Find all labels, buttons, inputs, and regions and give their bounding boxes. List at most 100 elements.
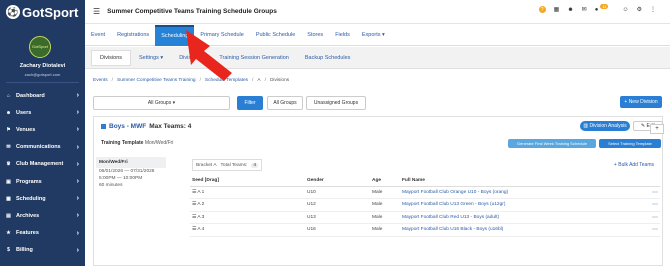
gender-cell: U12 [305, 198, 370, 212]
bracket-tab[interactable]: Bracket A Total Teams: 4 [192, 159, 262, 171]
crumb-sep: / [111, 78, 114, 83]
chevron-right-icon: › [76, 92, 79, 100]
seed-cell[interactable]: ☰ A 1 [190, 186, 305, 199]
all-groups-button[interactable]: All Groups [267, 96, 303, 110]
schedule-summary: Mon/Wed/Fri 06/01/2026 — 07/31/2026 5:00… [96, 157, 166, 191]
sidebar-item-scheduling[interactable]: ▦ Scheduling › [0, 190, 85, 207]
tab-public-schedule[interactable]: Public Schedule [250, 25, 301, 46]
seed-cell[interactable]: ☰ A 4 [190, 223, 305, 237]
sidebar-item-archives[interactable]: ▤ Archives › [0, 207, 85, 224]
more-icon[interactable]: ⋮ [650, 6, 656, 13]
table-row[interactable]: ☰ A 2 U12 Male Mayport Football Club U13… [190, 198, 660, 212]
sub-tabs: Divisions Settings ▾ Division A Training Se… [85, 47, 670, 69]
bulk-add-teams-link[interactable]: + Bulk Add Teams [614, 162, 654, 168]
tab-scheduling[interactable]: Scheduling [155, 24, 195, 46]
training-template: Training Template Mon/Wed/Fri [101, 140, 173, 146]
menu-icon[interactable]: ☰ [93, 7, 100, 16]
bell-icon[interactable]: ● [595, 7, 599, 13]
top-bar: ☰ Summer Competitive Teams Training Sche… [85, 0, 670, 24]
filter-button[interactable]: Filter [237, 96, 263, 110]
tab-fields[interactable]: Fields [329, 25, 356, 46]
age-cell: Male [370, 198, 400, 212]
expand-button[interactable]: + [650, 124, 664, 134]
star-icon: ★ [6, 230, 11, 237]
subtab-division-a[interactable]: Division A [171, 51, 211, 65]
col-gender: Gender [305, 176, 370, 187]
division-name-link[interactable]: Boys - MWF [109, 123, 146, 130]
col-actions [646, 176, 660, 187]
subtab-training-session-generation[interactable]: Training Session Generation [211, 51, 297, 65]
sidebar-nav: ⌂ Dashboard › ☻ Users › ⚑ Venues › ✉ Communication… [0, 87, 85, 259]
team-name-link[interactable]: Mayport Football Club U13 Green - Boys (… [400, 198, 646, 212]
tab-stores[interactable]: Stores [301, 25, 329, 46]
team-name-link[interactable]: Mayport Football Club Orange U10 - Boys … [400, 186, 646, 199]
schedule-duration: 60 minutes [99, 183, 123, 188]
avatar[interactable]: GotSport [29, 36, 51, 58]
notification-badge: 11 [600, 4, 609, 9]
sidebar-item-dashboard[interactable]: ⌂ Dashboard › [0, 87, 85, 104]
crumb-event-name[interactable]: Summer Competitive Teams Training [117, 78, 196, 83]
logo-ball-icon: ⚽ [6, 5, 20, 19]
gender-cell: U10 [305, 186, 370, 199]
chevron-right-icon: › [76, 212, 79, 220]
row-menu-icon[interactable]: ⋯ [646, 198, 660, 212]
row-menu-icon[interactable]: ⋯ [646, 223, 660, 237]
group-select[interactable]: All Groups ▾ [93, 96, 230, 110]
total-teams-label: Total Teams: [220, 162, 248, 168]
sidebar-item-billing[interactable]: $ Billing › [0, 242, 85, 259]
generate-schedule-button[interactable]: Generate First Week Training Schedule [508, 139, 596, 148]
crumb-events[interactable]: Events [93, 78, 108, 83]
training-template-label: Training Template [101, 140, 144, 146]
user-name: Zachary Diotalevi [19, 63, 66, 69]
sidebar-item-label: Features [16, 230, 39, 237]
chevron-right-icon: › [76, 246, 79, 254]
tab-registrations[interactable]: Registrations [111, 25, 155, 46]
sidebar-item-label: Communications [16, 144, 61, 151]
table-row[interactable]: ☰ A 4 U16 Male Mayport Football Club U16… [190, 223, 660, 237]
user-email: zach@gotsport.com [24, 72, 61, 77]
table-row[interactable]: ☰ A 1 U10 Male Mayport Football Club Ora… [190, 186, 660, 199]
unassigned-groups-button[interactable]: Unassigned Groups [306, 96, 366, 110]
subtab-divisions[interactable]: Divisions [91, 49, 132, 66]
new-division-button[interactable]: + New Division [620, 96, 662, 108]
club-icon: ♛ [6, 161, 11, 168]
schedule-dates: 06/01/2026 — 07/31/2026 [99, 169, 155, 174]
select-template-button[interactable]: Select Training Template [599, 139, 661, 148]
chevron-right-icon: › [76, 229, 79, 237]
division-analysis-button[interactable]: ▥ Division Analysis [580, 121, 630, 131]
sidebar-item-communications[interactable]: ✉ Communications › [0, 139, 85, 156]
gear-icon[interactable]: ⚙ [637, 6, 642, 13]
sidebar-divider [6, 82, 79, 83]
row-menu-icon[interactable]: ⋯ [646, 186, 660, 199]
mail-icon[interactable]: ✉ [582, 6, 587, 13]
row-menu-icon[interactable]: ⋯ [646, 211, 660, 224]
tab-event[interactable]: Event [85, 25, 111, 46]
sidebar-item-features[interactable]: ★ Features › [0, 225, 85, 242]
venue-icon: ⚑ [6, 126, 11, 133]
help-icon[interactable]: ? [538, 6, 546, 13]
tab-exports[interactable]: Exports ▾ [356, 25, 391, 46]
users-icon: ☻ [5, 109, 12, 116]
team-name-link[interactable]: Mayport Football Club U16 Black - Boys (… [400, 223, 646, 237]
top-icons: ? ▦ ☻ ✉ ● 11 ☺ ⚙ ⋮ [538, 4, 656, 13]
sidebar-item-users[interactable]: ☻ Users › [0, 104, 85, 121]
person-icon[interactable]: ☻ [567, 7, 573, 13]
team-name-link[interactable]: Mayport Football Club Red U13 - Boys (ad… [400, 211, 646, 224]
grid-icon[interactable]: ▦ [554, 6, 560, 13]
tab-primary-schedule[interactable]: Primary Schedule [194, 25, 249, 46]
crumb-template: A [257, 78, 261, 83]
crumb-templates[interactable]: Schedule Templates [205, 78, 248, 83]
gotsport-logo[interactable]: ⚽ GotSport [6, 4, 78, 20]
sidebar-item-programs[interactable]: ▣ Programs › [0, 173, 85, 190]
table-row[interactable]: ☰ A 3 U13 Male Mayport Football Club Red… [190, 211, 660, 224]
subtab-settings[interactable]: Settings ▾ [131, 51, 171, 65]
sidebar-item-club-management[interactable]: ♛ Club Management › [0, 156, 85, 173]
logo-text: GotSport [22, 4, 79, 20]
sidebar-item-label: Programs [16, 178, 42, 185]
col-full-name: Full Name [400, 176, 646, 187]
subtab-backup-schedules[interactable]: Backup Schedules [297, 51, 359, 65]
seed-cell[interactable]: ☰ A 2 [190, 198, 305, 212]
sidebar-item-venues[interactable]: ⚑ Venues › [0, 121, 85, 138]
user-icon[interactable]: ☺ [622, 7, 628, 13]
seed-cell[interactable]: ☰ A 3 [190, 211, 305, 224]
